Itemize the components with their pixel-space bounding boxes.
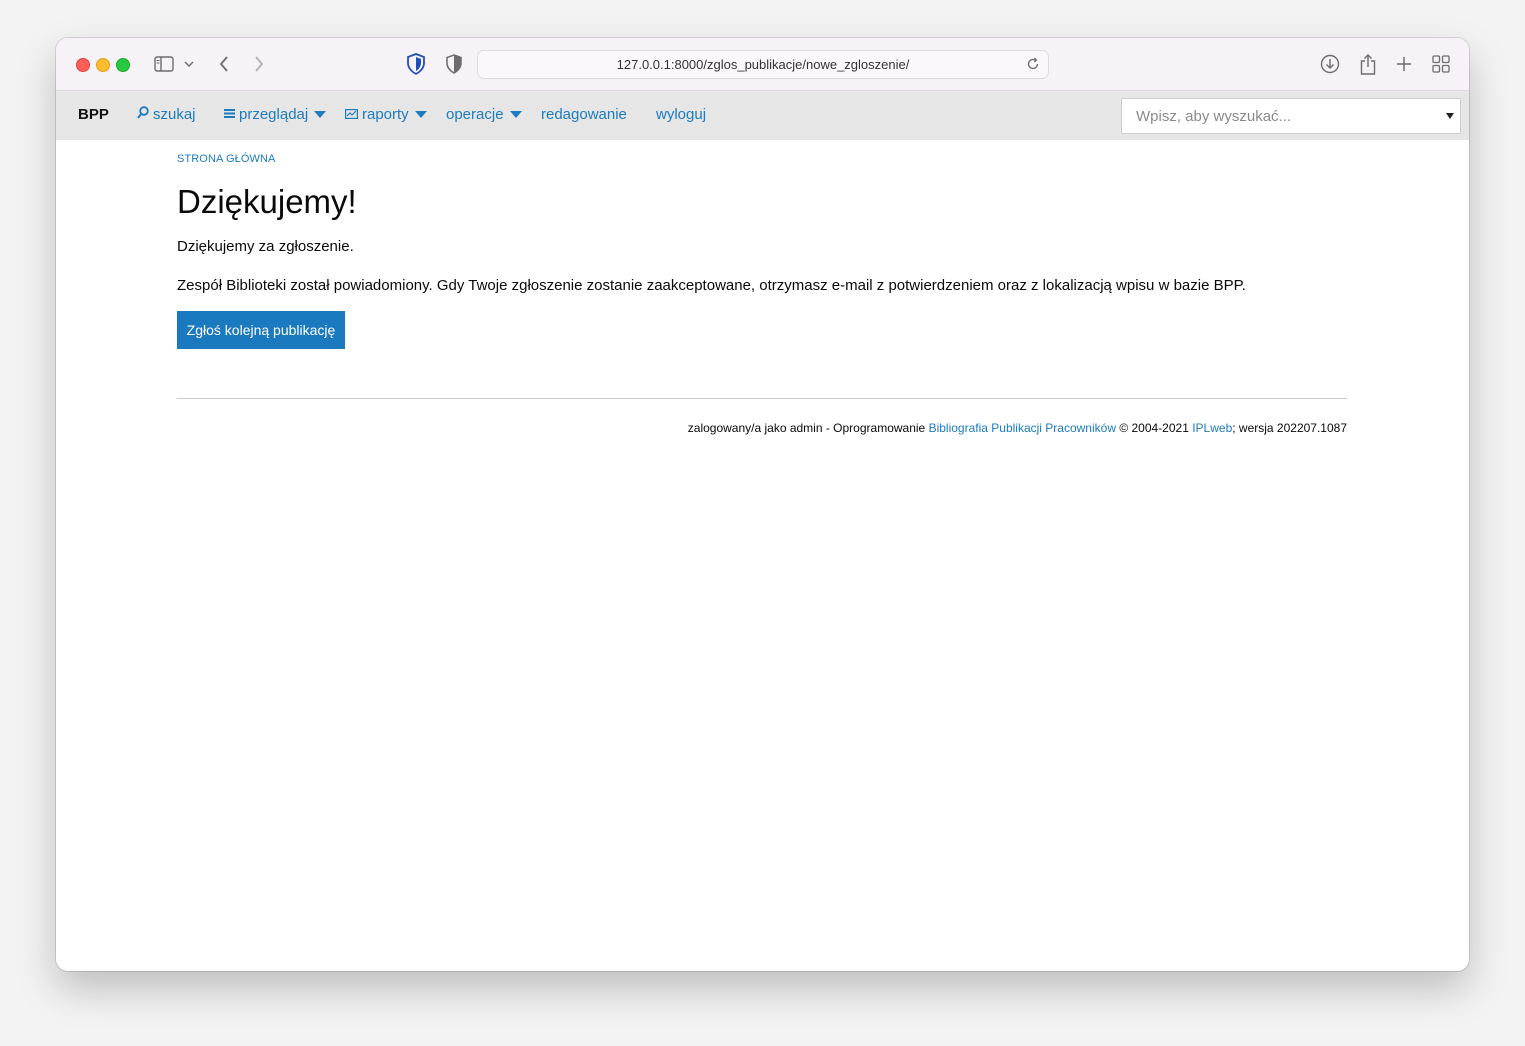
zoom-window-button[interactable] [116, 58, 130, 72]
dropdown-arrow-icon [1446, 113, 1454, 119]
tab-overview-icon[interactable] [1431, 51, 1451, 77]
minimize-window-button[interactable] [96, 58, 110, 72]
notification-message: Zespół Biblioteki został powiadomiony. G… [177, 277, 1246, 294]
breadcrumb-home[interactable]: Strona główna [177, 153, 275, 165]
address-bar[interactable]: 127.0.0.1:8000/zglos_publikacje/nowe_zgl… [477, 50, 1049, 79]
browser-window: 127.0.0.1:8000/zglos_publikacje/nowe_zgl… [56, 38, 1469, 971]
global-search-select[interactable]: Wpisz, aby wyszukać... [1121, 98, 1461, 134]
nav-item-przegladaj[interactable]: przeglądaj [224, 106, 327, 123]
privacy-shield-icon[interactable] [444, 51, 464, 77]
chevron-down-icon[interactable] [182, 51, 196, 77]
nav-item-raporty[interactable]: raporty [345, 106, 427, 123]
chart-icon [345, 106, 359, 123]
chevron-down-icon [414, 111, 427, 118]
chevron-down-icon [314, 111, 327, 118]
footer-link-iplweb[interactable]: IPLweb [1192, 421, 1232, 435]
page-footer: zalogowany/a jako admin - Oprogramowanie… [688, 421, 1347, 435]
footer-prefix: zalogowany/a jako admin - Oprogramowanie [687, 421, 929, 435]
close-window-button[interactable] [76, 58, 90, 72]
nav-item-label: wyloguj [656, 106, 707, 123]
footer-copyright: © 2004-2021 [1115, 421, 1193, 435]
browser-titlebar: 127.0.0.1:8000/zglos_publikacje/nowe_zgl… [56, 38, 1469, 91]
nav-item-label: redagowanie [541, 106, 627, 123]
brand-link[interactable]: BPP [78, 106, 109, 123]
nav-item-label: raporty [362, 106, 409, 123]
top-navbar: BPP szukaj przeglądaj raporty operacje r… [56, 91, 1469, 140]
footer-version: ; wersja 202207.1087 [1232, 421, 1347, 435]
forward-icon[interactable] [251, 51, 267, 77]
nav-item-label: przeglądaj [239, 106, 309, 123]
reload-icon[interactable] [1024, 55, 1042, 73]
search-placeholder: Wpisz, aby wyszukać... [1136, 108, 1292, 125]
nav-item-label: operacje [446, 106, 504, 123]
footer-divider [177, 398, 1347, 399]
thanks-message: Dziękujemy za zgłoszenie. [177, 238, 354, 255]
back-icon[interactable] [216, 51, 232, 77]
list-icon [224, 106, 235, 123]
search-icon [137, 106, 149, 123]
nav-item-label: szukaj [153, 106, 196, 123]
share-icon[interactable] [1358, 51, 1378, 77]
page-title: Dziękujemy! [177, 183, 357, 220]
submit-another-publication-button[interactable]: Zgłoś kolejną publikację [177, 311, 345, 349]
download-icon[interactable] [1319, 51, 1341, 77]
nav-item-operacje[interactable]: operacje [446, 106, 522, 123]
shield-icon[interactable] [405, 51, 427, 77]
new-tab-icon[interactable] [1394, 51, 1414, 77]
nav-item-szukaj[interactable]: szukaj [137, 106, 196, 123]
chevron-down-icon [509, 111, 522, 118]
sidebar-toggle-icon[interactable] [152, 51, 176, 77]
footer-link-bpp[interactable]: Bibliografia Publikacji Pracowników [929, 421, 1116, 435]
nav-item-redagowanie[interactable]: redagowanie [541, 106, 627, 123]
address-bar-url: 127.0.0.1:8000/zglos_publikacje/nowe_zgl… [616, 57, 910, 72]
nav-item-wyloguj[interactable]: wyloguj [656, 106, 706, 123]
